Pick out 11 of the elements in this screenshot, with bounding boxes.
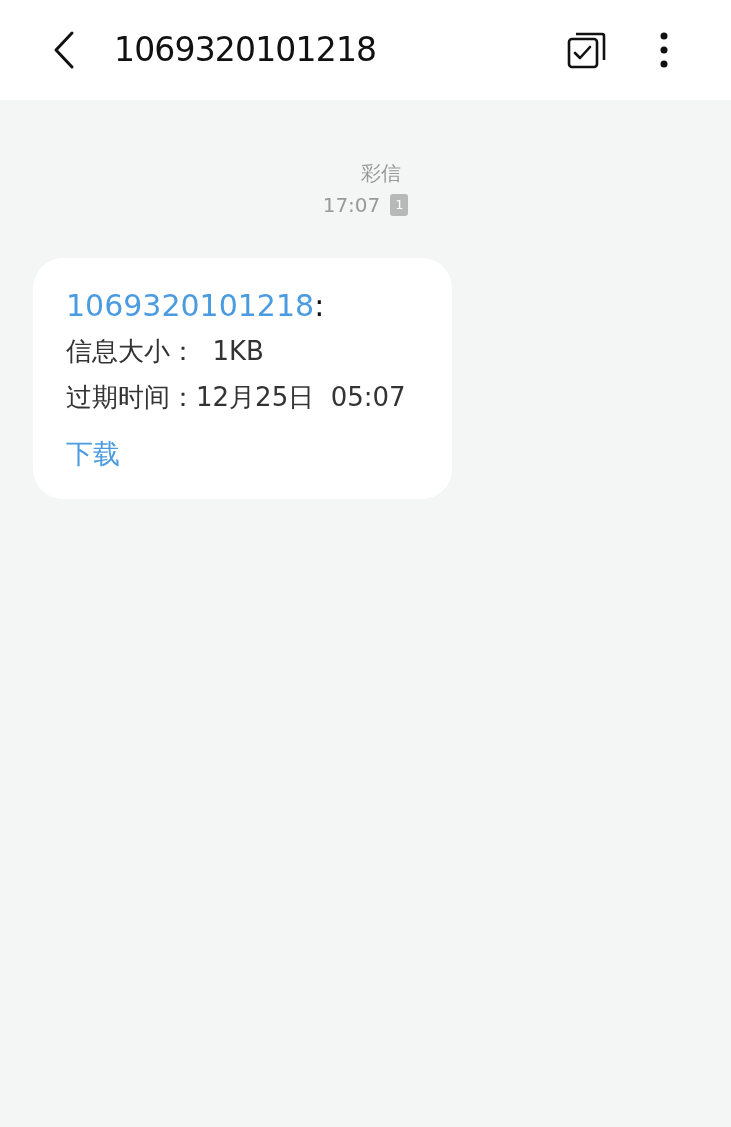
sender-line: 1069320101218:: [66, 287, 326, 325]
multi-select-icon[interactable]: [566, 30, 608, 70]
sim-badge: 1: [390, 194, 409, 216]
message-text: 过期时间：12月25日 05:07: [66, 381, 407, 414]
more-icon[interactable]: [660, 32, 668, 68]
message-text: 信息大小： 1KB: [66, 335, 265, 368]
download-link[interactable]: 下载: [66, 434, 442, 475]
message-time: 17:07: [322, 192, 381, 219]
window-title: 1069320101218: [114, 29, 377, 72]
sender-link[interactable]: 1069320101218: [66, 288, 315, 323]
message-type-label: 彩信: [359, 160, 401, 187]
